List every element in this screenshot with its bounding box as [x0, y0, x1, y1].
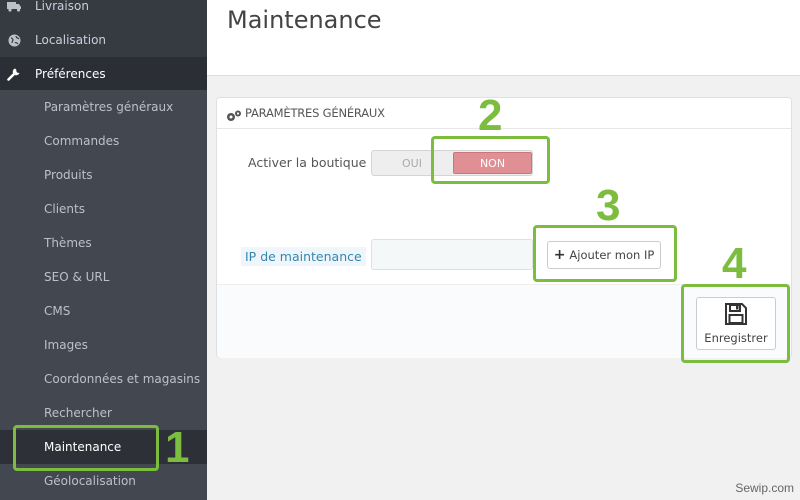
switch-yes-option[interactable]: OUI [372, 151, 452, 175]
general-settings-panel: PARAMÈTRES GÉNÉRAUX Activer la boutique … [216, 97, 792, 358]
submenu-item-label: Coordonnées et magasins [44, 372, 201, 386]
gears-icon [226, 107, 242, 121]
annotation-number-1: 1 [165, 423, 190, 472]
annotation-number-3: 3 [596, 181, 621, 230]
floppy-disk-icon [724, 302, 748, 326]
page-title: Maintenance [227, 6, 382, 34]
submenu-item-produits[interactable]: Produits [0, 158, 207, 192]
maintenance-ip-input[interactable] [371, 239, 533, 270]
submenu-item-images[interactable]: Images [0, 328, 207, 362]
submenu-item-cms[interactable]: CMS [0, 294, 207, 328]
sidebar-item-label: Localisation [35, 33, 107, 47]
submenu-item-label: Maintenance [44, 440, 122, 454]
sidebar-item-label: Préférences [35, 67, 106, 81]
add-my-ip-label: Ajouter mon IP [569, 248, 655, 262]
sidebar-item-label: Livraison [35, 0, 89, 13]
submenu-item-label: Images [44, 338, 88, 352]
sidebar-item-preferences[interactable]: Préférences [0, 57, 207, 91]
save-button[interactable]: Enregistrer [696, 297, 776, 350]
submenu-item-parametres-generaux[interactable]: Paramètres généraux [0, 90, 207, 124]
watermark: Sewip.com [735, 481, 794, 495]
submenu-item-label: Commandes [44, 134, 120, 148]
panel-footer: Enregistrer [217, 284, 791, 358]
annotation-number-2: 2 [478, 91, 503, 140]
truck-icon [6, 0, 22, 14]
submenu-item-label: Produits [44, 168, 93, 182]
maintenance-ip-label: IP de maintenance [241, 247, 366, 266]
submenu-item-seo-url[interactable]: SEO & URL [0, 260, 207, 294]
globe-icon [6, 32, 22, 48]
add-my-ip-button[interactable]: + Ajouter mon IP [547, 241, 661, 269]
submenu-item-label: SEO & URL [44, 270, 110, 284]
submenu-item-label: Géolocalisation [44, 474, 136, 488]
sidebar-item-localisation[interactable]: Localisation [0, 23, 207, 57]
submenu-item-label: Thèmes [44, 236, 92, 250]
submenu-item-themes[interactable]: Thèmes [0, 226, 207, 260]
page-header: Maintenance [207, 0, 800, 76]
submenu-item-coordonnees-magasins[interactable]: Coordonnées et magasins [0, 362, 207, 396]
activate-shop-switch[interactable]: OUI NON [371, 150, 533, 176]
save-button-label: Enregistrer [704, 331, 768, 345]
submenu-item-label: Paramètres généraux [44, 100, 174, 114]
submenu-item-label: Clients [44, 202, 85, 216]
plus-icon: + [553, 247, 566, 263]
switch-no-option[interactable]: NON [453, 152, 532, 174]
panel-heading: PARAMÈTRES GÉNÉRAUX [217, 98, 791, 129]
submenu-item-label: CMS [44, 304, 71, 318]
activate-shop-label: Activer la boutique [248, 155, 367, 170]
panel-title: PARAMÈTRES GÉNÉRAUX [245, 106, 385, 120]
wrench-icon [6, 66, 22, 82]
submenu-item-label: Rechercher [44, 406, 112, 420]
annotation-number-4: 4 [722, 239, 747, 288]
sidebar-item-livraison[interactable]: Livraison [0, 0, 207, 23]
submenu-item-clients[interactable]: Clients [0, 192, 207, 226]
submenu-item-commandes[interactable]: Commandes [0, 124, 207, 158]
